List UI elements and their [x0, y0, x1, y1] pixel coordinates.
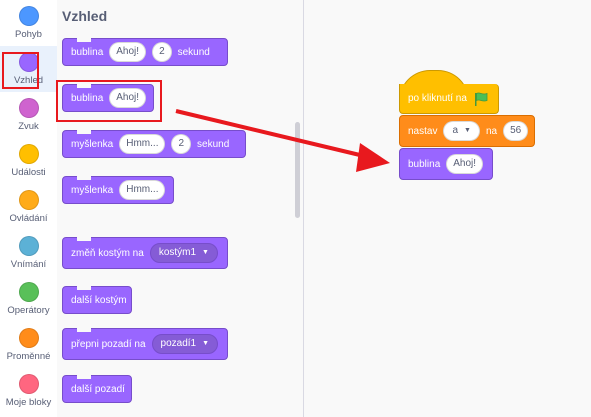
drag-arrow — [175, 109, 390, 172]
arrow-shaft — [175, 109, 365, 158]
arrow-head — [356, 143, 390, 172]
